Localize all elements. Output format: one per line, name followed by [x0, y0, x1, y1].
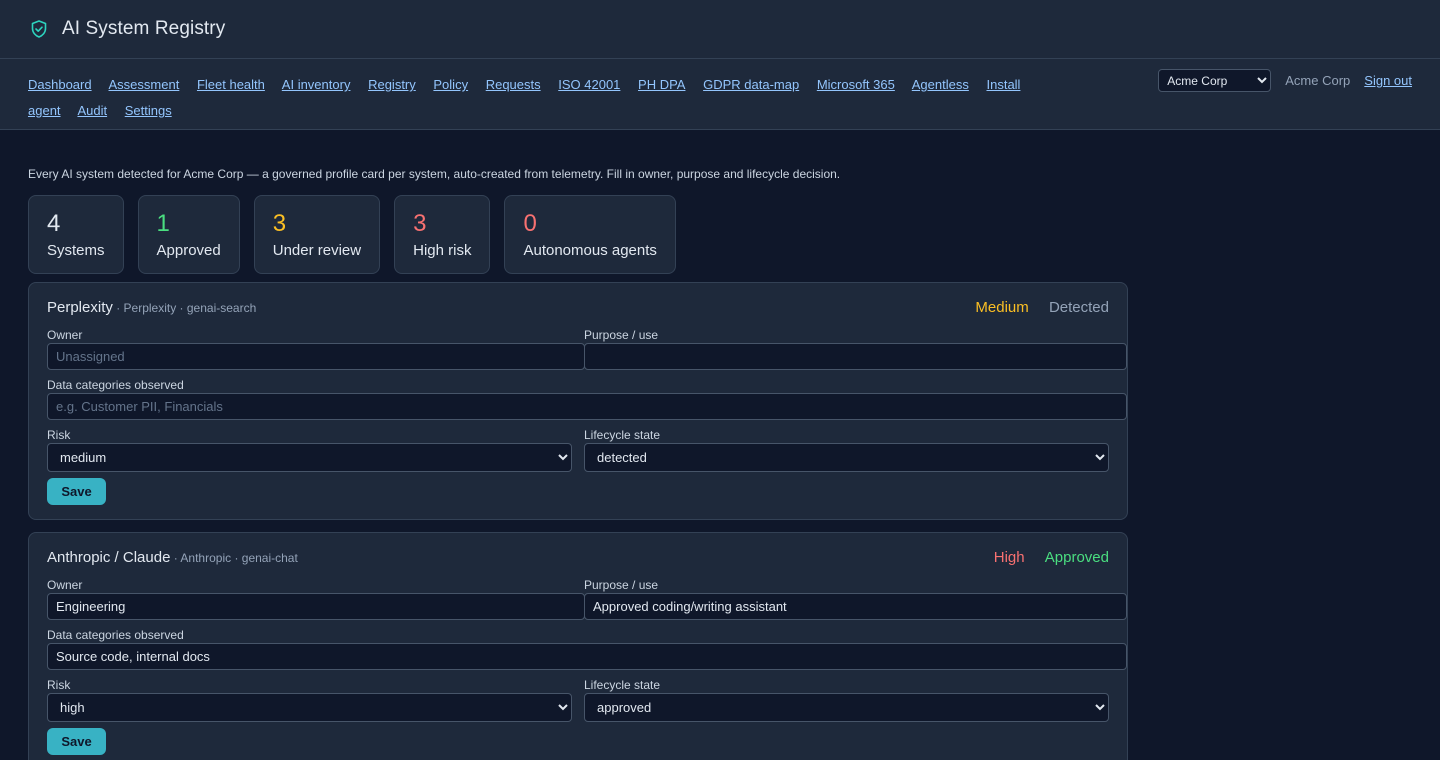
nav-link-assessment[interactable]: Assessment — [109, 77, 180, 92]
stat-label: High risk — [413, 242, 472, 259]
purpose-label: Purpose / use — [584, 578, 659, 592]
system-meta: · Anthropic · genai-chat — [170, 551, 298, 565]
page-intro: Every AI system detected for Acme Corp —… — [28, 167, 841, 181]
nav-links: Dashboard Assessment Fleet health AI inv… — [28, 72, 1028, 124]
stat-high-risk: 3 High risk — [394, 195, 491, 274]
nav-link-dashboard[interactable]: Dashboard — [28, 77, 92, 92]
lifecycle-label: Lifecycle state — [584, 428, 661, 442]
card-badges: Medium Detected — [959, 299, 1109, 316]
system-meta: · Perplexity · genai-search — [112, 301, 257, 315]
stat-label: Approved — [156, 242, 221, 259]
card-title: Anthropic / Claude · Anthropic · genai-c… — [47, 549, 298, 566]
owner-input[interactable] — [47, 343, 585, 370]
owner-input[interactable] — [47, 593, 585, 620]
risk-select[interactable]: high — [47, 693, 572, 722]
card-badges: High Approved — [978, 549, 1109, 566]
purpose-label: Purpose / use — [584, 328, 659, 342]
stat-systems: 4 Systems — [28, 195, 124, 274]
owner-label: Owner — [47, 578, 83, 592]
system-card-anthropic-claude: Anthropic / Claude · Anthropic · genai-c… — [28, 532, 1128, 760]
state-badge: Approved — [1044, 549, 1109, 566]
lifecycle-select[interactable]: approved — [584, 693, 1109, 722]
nav-link-ai-inventory[interactable]: AI inventory — [282, 77, 351, 92]
stat-value: 3 — [272, 210, 287, 237]
system-card-perplexity: Perplexity · Perplexity · genai-search M… — [28, 282, 1128, 520]
data-categories-input[interactable] — [47, 643, 1127, 670]
system-name: Anthropic / Claude — [47, 549, 171, 566]
card-title: Perplexity · Perplexity · genai-search — [47, 299, 256, 316]
save-button[interactable]: Save — [47, 478, 106, 505]
risk-select[interactable]: medium — [47, 443, 572, 472]
stat-under-review: 3 Under review — [253, 195, 381, 274]
nav-link-microsoft-365[interactable]: Microsoft 365 — [817, 77, 895, 92]
stats-row: 4 Systems 1 Approved 3 Under review 3 Hi… — [28, 195, 690, 274]
org-select[interactable]: Acme Corp — [1158, 69, 1272, 92]
app-title: AI System Registry — [62, 18, 226, 39]
nav-right: Acme Corp Acme Corp Sign out — [1158, 69, 1412, 92]
stat-value: 4 — [47, 210, 61, 237]
nav-link-registry[interactable]: Registry — [368, 77, 416, 92]
nav-link-requests[interactable]: Requests — [486, 77, 541, 92]
data-categories-input[interactable] — [47, 393, 1127, 420]
purpose-input[interactable] — [584, 343, 1127, 370]
stat-label: Autonomous agents — [523, 242, 657, 259]
stat-approved: 1 Approved — [137, 195, 240, 274]
nav-link-agentless[interactable]: Agentless — [912, 77, 969, 92]
stat-autonomous-agents: 0 Autonomous agents — [504, 195, 676, 274]
owner-label: Owner — [47, 328, 83, 342]
stat-value: 0 — [523, 210, 537, 237]
nav-bar: Dashboard Assessment Fleet health AI inv… — [0, 59, 1440, 130]
risk-label: Risk — [47, 428, 71, 442]
lifecycle-label: Lifecycle state — [584, 678, 661, 692]
app-header: AI System Registry — [0, 0, 1440, 59]
lifecycle-select[interactable]: detected — [584, 443, 1109, 472]
nav-link-settings[interactable]: Settings — [125, 103, 172, 118]
nav-link-ph-dpa[interactable]: PH DPA — [638, 77, 685, 92]
state-badge: Detected — [1048, 299, 1109, 316]
nav-link-policy[interactable]: Policy — [433, 77, 468, 92]
risk-badge: Medium — [975, 299, 1029, 316]
stat-label: Systems — [47, 242, 105, 259]
save-button[interactable]: Save — [47, 728, 106, 755]
data-categories-label: Data categories observed — [47, 628, 184, 642]
nav-link-gdpr-data-map[interactable]: GDPR data-map — [703, 77, 799, 92]
nav-link-iso-42001[interactable]: ISO 42001 — [558, 77, 620, 92]
purpose-input[interactable] — [584, 593, 1127, 620]
stat-value: 3 — [413, 210, 427, 237]
stat-label: Under review — [272, 242, 362, 259]
risk-label: Risk — [47, 678, 71, 692]
system-name: Perplexity — [47, 299, 113, 316]
shield-check-icon — [31, 20, 49, 38]
org-name: Acme Corp — [1285, 73, 1351, 88]
data-categories-label: Data categories observed — [47, 378, 184, 392]
nav-link-audit[interactable]: Audit — [77, 103, 107, 118]
nav-link-fleet-health[interactable]: Fleet health — [197, 77, 265, 92]
sign-out-link[interactable]: Sign out — [1364, 73, 1412, 88]
risk-badge: High — [993, 549, 1025, 566]
stat-value: 1 — [156, 210, 170, 237]
